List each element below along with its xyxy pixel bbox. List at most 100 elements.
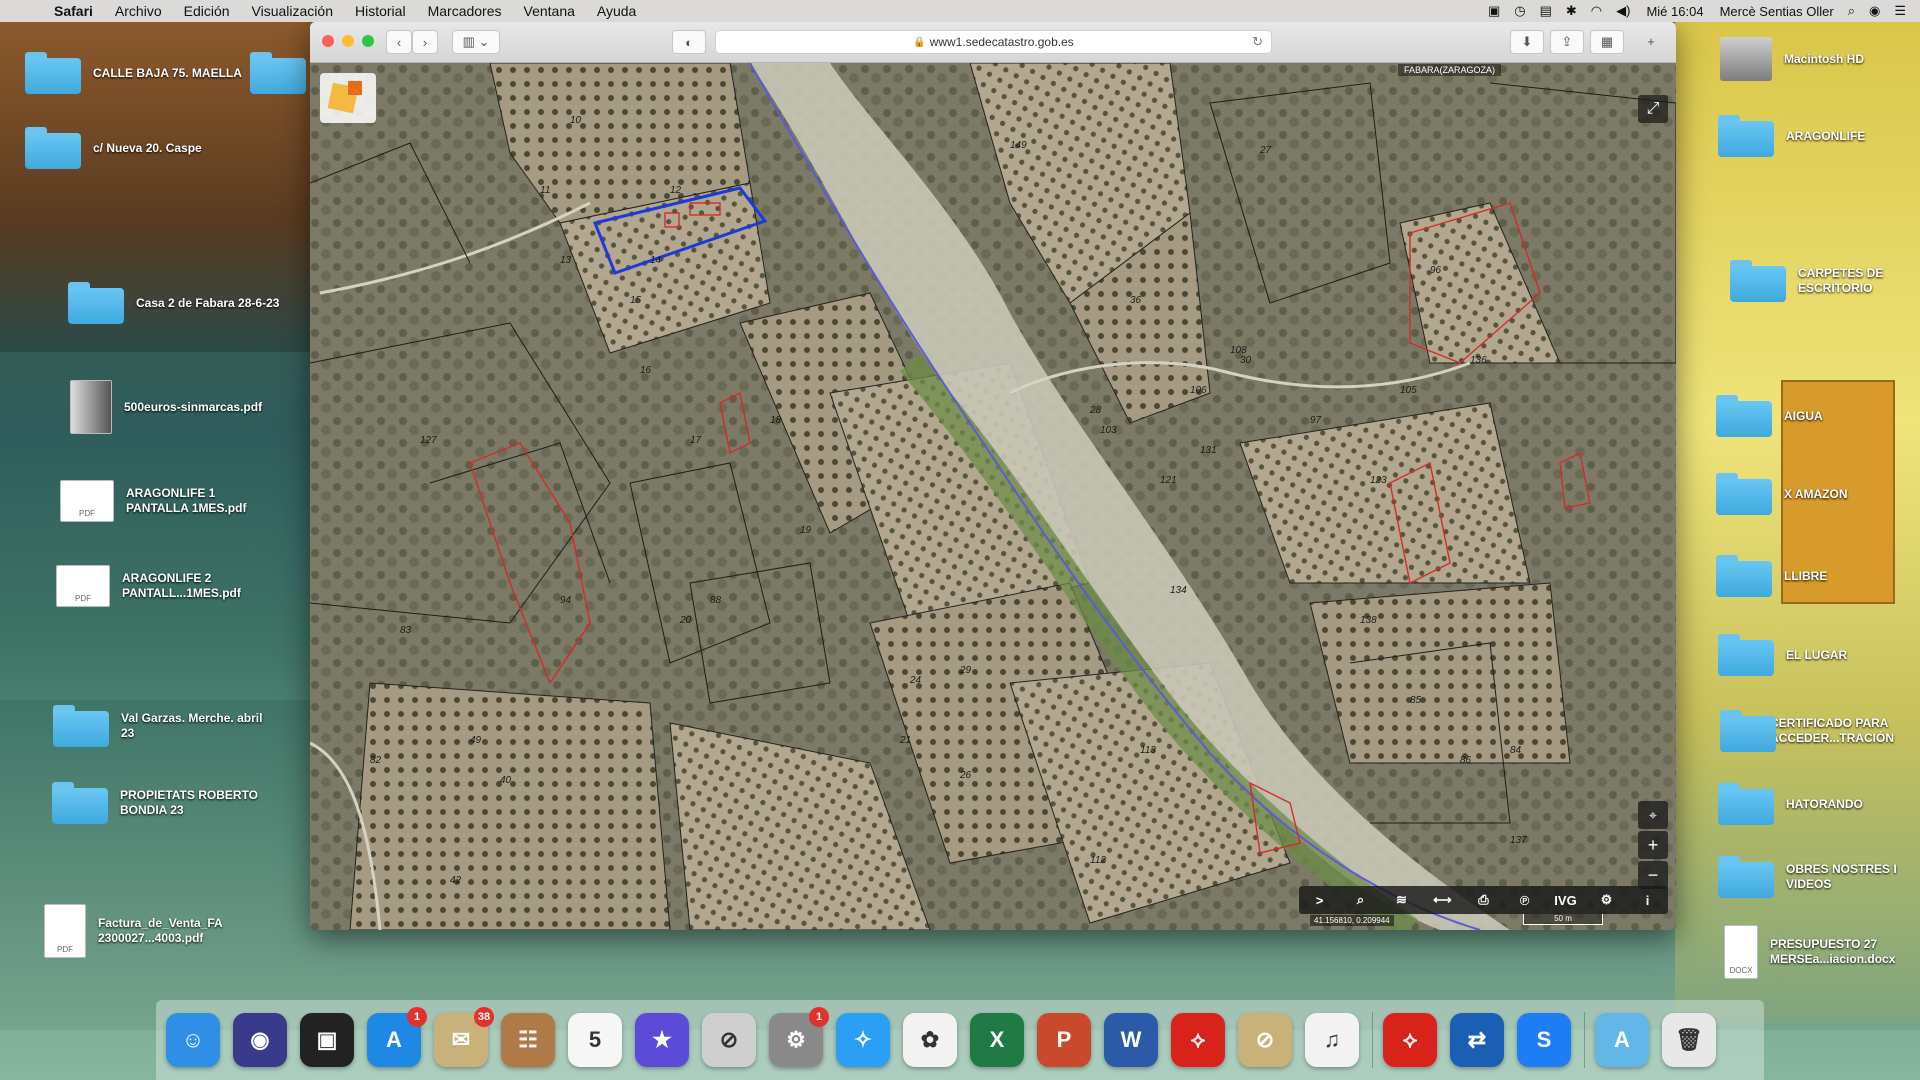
display-icon[interactable]: ▤ [1540,3,1552,19]
menu-marcadores[interactable]: Marcadores [428,3,502,19]
minimize-window-button[interactable] [342,35,354,47]
dock-app-acrobat-reader[interactable]: ⟡ [1383,1013,1437,1067]
notification-center-icon[interactable]: ☰ [1894,3,1906,19]
dock-app-system-preferences[interactable]: ⚙ 1 [769,1007,829,1067]
zoom-out-button[interactable]: − [1638,861,1668,889]
info-button[interactable]: i [1627,886,1668,914]
fullscreen-map-button[interactable]: ⤢ [1638,95,1668,123]
sidebar-button[interactable]: ▥ ⌄ [452,30,500,54]
settings-button[interactable]: ⚙ [1586,886,1627,914]
desktop-folder-aigua[interactable]: AIGUA [1716,395,1823,437]
desktop-folder-llibre[interactable]: LLIBRE [1716,555,1827,597]
dock-app-trash[interactable]: 🗑 [1662,1013,1716,1067]
dock-app-finder[interactable]: ☺ [166,1013,220,1067]
desktop-folder-el-lugar[interactable]: EL LUGAR [1718,634,1847,676]
siri-icon[interactable]: ◉ [1869,3,1880,19]
back-button[interactable]: ‹ [386,30,412,54]
close-window-button[interactable] [322,35,334,47]
address-bar[interactable]: 🔒 www1.sedecatastro.gob.es ↻ [715,30,1272,54]
privacy-report-button[interactable]: ◐ [672,30,706,54]
desktop-file-factura[interactable]: PDF Factura_de_Venta_FA 2300027...4003.p… [44,904,248,958]
dock-app-calendar[interactable]: 5 [568,1013,622,1067]
dock-app-siri[interactable]: ◉ [233,1013,287,1067]
dock-app-photo-booth[interactable]: ▣ [300,1013,354,1067]
dock-app-imovie[interactable]: ★ [635,1013,689,1067]
new-tab-button[interactable]: + [1640,30,1662,52]
menu-historial[interactable]: Historial [355,3,406,19]
dock-app-contacts[interactable]: ☷ [501,1013,555,1067]
dock-app-excel[interactable]: X [970,1013,1024,1067]
desktop-folder-val-garzas[interactable]: Val Garzas. Merche. abril 23 [53,705,271,747]
forward-button[interactable]: › [412,30,438,54]
desktop-folder-calle-baja[interactable]: CALLE BAJA 75. MAELLA [25,52,242,94]
dock-app-app-store[interactable]: A1 [367,1007,427,1067]
menu-user[interactable]: Mercè Sentias Oller [1720,4,1834,19]
menu-clock[interactable]: Mié 16:04 [1646,4,1703,19]
desktop-folder-x-amazon[interactable]: X AMAZON [1716,473,1848,515]
desktop-item-label: AIGUA [1784,408,1823,423]
menu-archivo[interactable]: Archivo [115,3,162,19]
cadastral-map[interactable]: 10 11 12 13 14 15 16 17 18 19 20 21 24 26 27 28 29 30 36 40… [310,63,1676,930]
dock-app-acrobat[interactable]: ⟡ [1171,1013,1225,1067]
desktop-file-aragonlife-1[interactable]: PDF ARAGONLIFE 1 PANTALLA 1MES.pdf [60,480,276,522]
dock-app-photos[interactable]: ✿ [903,1013,957,1067]
tab-overview-button[interactable]: ▦ [1590,30,1624,54]
catastro-logo[interactable] [320,73,376,123]
desktop-item-label: Macintosh HD [1784,51,1865,66]
volume-icon[interactable]: ◀) [1616,3,1630,19]
print-button[interactable]: ⎙ [1463,886,1504,914]
menu-edicion[interactable]: Edición [184,3,230,19]
bluetooth-icon[interactable]: ✱ [1566,3,1577,19]
desktop-folder-casa-2-fabara[interactable]: Casa 2 de Fabara 28-6-23 [68,282,279,324]
measure-button[interactable]: ⟷ [1422,886,1463,914]
dock-app-disabled-app-2[interactable]: ⊘ [1238,1013,1292,1067]
share-button[interactable]: ⇪ [1550,30,1584,54]
desktop-folder-hatorando[interactable]: HATORANDO [1718,783,1863,825]
dock-app-powerpoint[interactable]: P [1037,1013,1091,1067]
locate-button[interactable]: ⌖ [1638,801,1668,829]
dock-app-teamviewer[interactable]: ⇄ [1450,1013,1504,1067]
dock-app-safari[interactable]: ✧ [836,1013,890,1067]
docx-file-icon: DOCX [1724,925,1758,979]
spotlight-icon[interactable]: ⌕ [1848,3,1855,19]
layers-button[interactable]: ≋ [1381,886,1422,914]
desktop-file-presupuesto[interactable]: DOCX PRESUPUESTO 27 MERSEa...iacion.docx [1724,925,1920,979]
desktop-folder-partial[interactable] [250,52,306,94]
desktop-folder-carpetes[interactable]: CARPETES DE ESCRITORIO [1730,260,1908,302]
menu-ayuda[interactable]: Ayuda [597,3,636,19]
dock-app-disabled-app[interactable]: ⊘ [702,1013,756,1067]
ivg-button[interactable]: IVG [1545,886,1586,914]
desktop-folder-aragonlife[interactable]: ARAGONLIFE [1718,115,1865,157]
parcel-number-label: 14 [650,255,662,266]
parcel-number-label: 42 [450,875,462,886]
zoom-window-button[interactable] [362,35,374,47]
menu-app-name[interactable]: Safari [54,3,93,19]
menu-visualizacion[interactable]: Visualización [252,3,333,19]
map-search-button[interactable]: ⌕ [1340,886,1381,914]
screen-status-icon[interactable]: ▣ [1488,3,1500,19]
desktop-folder-obres-nostres[interactable]: OBRES NOSTRES I VIDEOS [1718,856,1906,898]
menu-ventana[interactable]: Ventana [524,3,575,19]
toggle-panel-button[interactable]: > [1299,886,1340,914]
desktop-folder-nueva-20[interactable]: c/ Nueva 20. Caspe [25,127,202,169]
folder-icon [1716,473,1772,515]
teamviewer-icon: ⇄ [1467,1027,1487,1052]
downloads-button[interactable]: ⬇ [1510,30,1544,54]
parcel-number-label: 24 [909,675,922,686]
desktop-drive-macintosh-hd[interactable]: Macintosh HD [1720,37,1864,81]
dock-app-music[interactable]: ♫ [1305,1013,1359,1067]
desktop-file-500euros[interactable]: 500euros-sinmarcas.pdf [70,380,262,434]
zoom-in-button[interactable]: + [1638,831,1668,859]
desktop-folder-propietats[interactable]: PROPIETATS ROBERTO BONDIA 23 [52,782,270,824]
desktop-item-label: Factura_de_Venta_FA 2300027...4003.pdf [98,916,223,945]
dock-app-word[interactable]: W [1104,1013,1158,1067]
dock-app-mail[interactable]: ✉ 38 [434,1007,494,1067]
wifi-icon[interactable]: ◠ [1591,3,1602,19]
dock-app-applications[interactable]: A [1595,1013,1649,1067]
reload-icon[interactable]: ↻ [1252,34,1263,50]
desktop-folder-certificado[interactable]: CERTIFICADO PARA ACCEDER...TRACIÓN [1720,710,1920,752]
parcel-info-button[interactable]: ℗ [1504,886,1545,914]
time-machine-icon[interactable]: ◷ [1514,3,1525,19]
dock-app-shazam[interactable]: S [1517,1013,1571,1067]
desktop-file-aragonlife-2[interactable]: PDF ARAGONLIFE 2 PANTALL...1MES.pdf [56,565,272,607]
